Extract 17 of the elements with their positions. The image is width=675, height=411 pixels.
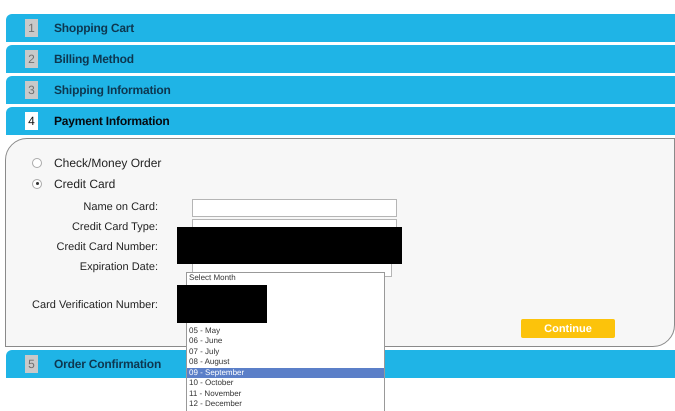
field-label: Name on Card:	[83, 200, 158, 215]
radio-label: Credit Card	[54, 176, 116, 190]
step-title: Payment Information	[54, 114, 170, 128]
radio-label: Check/Money Order	[54, 156, 162, 170]
step-title: Billing Method	[54, 52, 134, 66]
field-label: Expiration Date:	[80, 260, 158, 275]
step-number: 3	[25, 81, 38, 99]
step-number: 5	[25, 355, 38, 373]
field-label: Credit Card Number:	[56, 240, 158, 255]
step-title: Shipping Information	[54, 83, 171, 97]
field-label: Credit Card Type:	[72, 220, 158, 235]
field-label: Card Verification Number:	[32, 298, 158, 313]
step-number: 1	[25, 19, 38, 37]
step-number: 2	[25, 50, 38, 68]
step-title: Order Confirmation	[54, 357, 162, 371]
step-title: Shopping Cart	[54, 21, 134, 35]
step-number: 4	[25, 112, 38, 130]
